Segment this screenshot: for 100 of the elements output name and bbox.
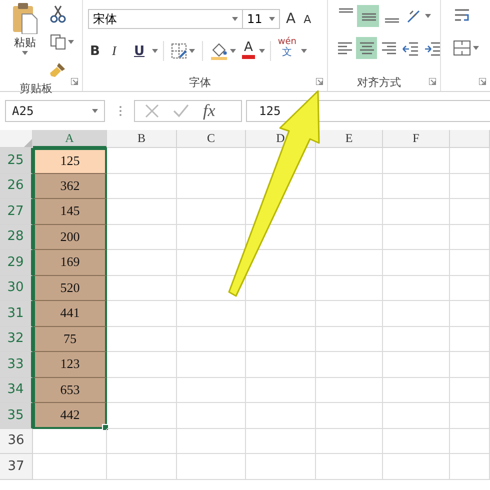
phonetic-button[interactable]: wén 文	[276, 38, 299, 64]
table-cell	[383, 250, 450, 276]
row-header[interactable]: 32	[0, 326, 33, 352]
caret-icon[interactable]	[22, 51, 28, 55]
table-cell	[316, 148, 383, 174]
increase-indent-icon	[424, 40, 441, 56]
caret-icon[interactable]	[424, 14, 430, 18]
row-header[interactable]: 34	[0, 378, 33, 403]
table-cell	[383, 326, 450, 352]
column-header[interactable]: B	[107, 130, 177, 148]
column-header[interactable]: C	[177, 130, 246, 148]
table-cell	[316, 428, 383, 454]
table-cell	[450, 326, 490, 352]
align-top-icon	[336, 8, 354, 14]
decrease-indent-icon	[402, 40, 419, 56]
table-cell	[246, 301, 316, 326]
row-header[interactable]: 35	[0, 403, 33, 428]
table-cell	[177, 403, 246, 428]
row-header[interactable]: 27	[0, 199, 33, 224]
table-cell: 520	[33, 276, 107, 301]
table-cell	[383, 224, 450, 250]
row-header[interactable]: 37	[0, 454, 33, 480]
table-cell	[450, 378, 490, 403]
row-header[interactable]: 26	[0, 174, 33, 199]
table-cell: 75	[33, 326, 107, 352]
merge-cells-icon	[453, 39, 471, 57]
row-header[interactable]: 31	[0, 301, 33, 326]
brush-icon	[50, 62, 66, 78]
grow-font-button[interactable]: A	[284, 8, 298, 30]
caret-icon[interactable]	[68, 40, 74, 44]
borders-icon	[171, 43, 187, 59]
table-cell	[177, 378, 246, 403]
bold-button[interactable]: B	[88, 40, 108, 62]
table-cell	[450, 224, 490, 250]
table-cell: 125	[33, 148, 107, 174]
table-cell	[383, 454, 450, 480]
align-center-button[interactable]	[356, 37, 377, 59]
table-cell: 145	[33, 199, 107, 224]
row-header[interactable]: 33	[0, 352, 33, 378]
copy-icon	[50, 34, 66, 50]
name-box[interactable]: A25	[5, 100, 105, 122]
font-color-button[interactable]: A	[240, 39, 257, 63]
column-header[interactable]: A	[33, 130, 107, 148]
caret-icon[interactable]	[232, 17, 238, 21]
caret-icon[interactable]	[300, 49, 307, 53]
align-middle-button[interactable]	[357, 5, 379, 27]
italic-button[interactable]: I	[110, 40, 130, 62]
table-cell	[316, 276, 383, 301]
caret-icon[interactable]	[258, 49, 265, 53]
font-name-field[interactable]: 宋体	[88, 9, 243, 29]
table-cell: 200	[33, 224, 107, 250]
table-cell	[246, 352, 316, 378]
font-size-field[interactable]: 11	[242, 9, 280, 29]
caret-icon[interactable]	[473, 46, 479, 50]
caret-icon[interactable]	[152, 49, 158, 53]
table-cell	[450, 250, 490, 276]
table-cell	[177, 148, 246, 174]
table-cell	[246, 326, 316, 352]
table-cell	[383, 199, 450, 224]
corner-triangle-icon	[24, 139, 32, 147]
check-icon	[173, 104, 189, 118]
group-label: 对齐方式	[356, 74, 402, 90]
dialog-launcher-icon[interactable]	[316, 78, 323, 85]
table-cell	[177, 301, 246, 326]
table-cell	[316, 454, 383, 480]
table-cell	[177, 326, 246, 352]
dialog-launcher-icon[interactable]	[479, 78, 486, 85]
row-header[interactable]: 30	[0, 276, 33, 301]
row-header[interactable]: 36	[0, 428, 33, 454]
table-cell	[246, 276, 316, 301]
shrink-font-button[interactable]: A	[302, 8, 314, 30]
table-cell	[316, 199, 383, 224]
table-cell	[107, 403, 177, 428]
table-cell	[177, 174, 246, 199]
table-cell	[177, 454, 246, 480]
dialog-launcher-icon[interactable]	[71, 78, 78, 85]
table-cell	[383, 428, 450, 454]
table-cell	[177, 352, 246, 378]
table-cell	[246, 403, 316, 428]
underline-button[interactable]: U	[132, 40, 150, 62]
caret-icon[interactable]	[269, 17, 275, 21]
table-cell	[107, 301, 177, 326]
column-header[interactable]: F	[383, 130, 450, 148]
caret-icon[interactable]	[230, 49, 236, 53]
caret-icon[interactable]	[189, 49, 195, 53]
paste-button[interactable]: 粘贴	[8, 2, 42, 64]
caret-icon[interactable]	[92, 109, 98, 113]
table-cell	[450, 428, 490, 454]
table-cell	[107, 352, 177, 378]
row-header[interactable]: 29	[0, 250, 33, 276]
row-header[interactable]: 25	[0, 148, 33, 174]
table-cell	[316, 403, 383, 428]
dialog-launcher-icon[interactable]	[429, 78, 436, 85]
table-cell	[177, 199, 246, 224]
row-header[interactable]: 28	[0, 224, 33, 250]
scissors-icon	[50, 5, 66, 23]
table-cell	[450, 199, 490, 224]
fill-handle[interactable]	[102, 424, 109, 430]
table-cell	[383, 174, 450, 199]
column-header[interactable]: E	[316, 130, 383, 148]
